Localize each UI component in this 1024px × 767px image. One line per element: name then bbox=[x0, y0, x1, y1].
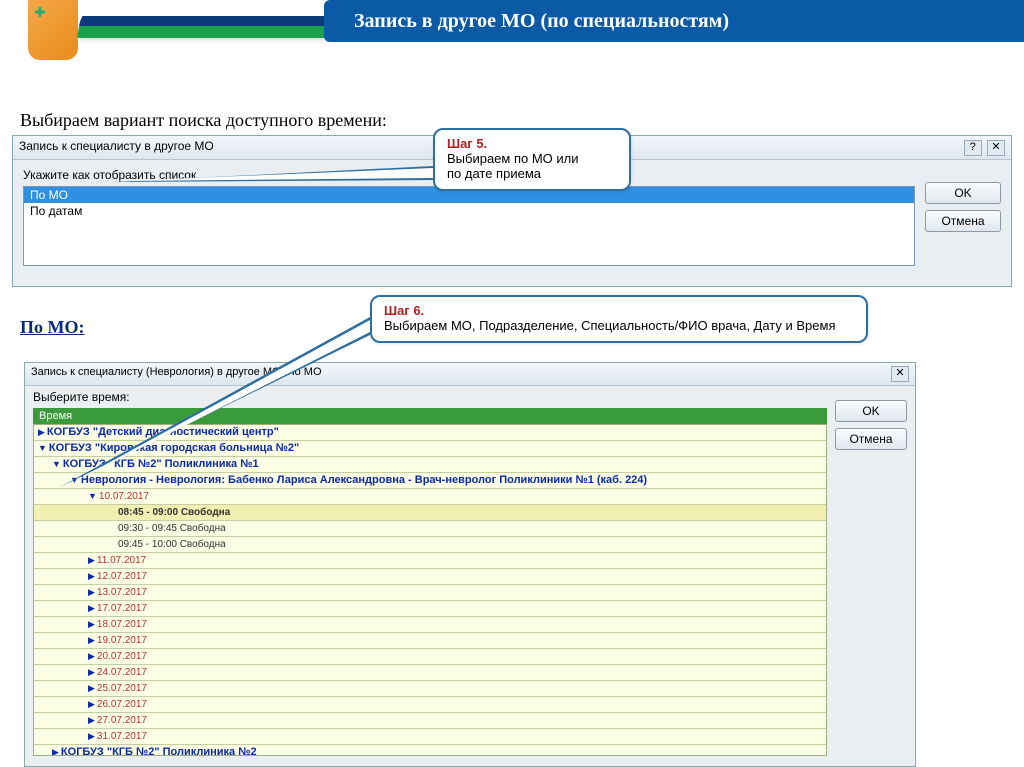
step5-badge: Шаг 5. bbox=[447, 136, 487, 151]
step6-badge: Шаг 6. bbox=[384, 303, 424, 318]
tree-mo-node[interactable]: ▼КОГБУЗ "Кировская городская больница №2… bbox=[34, 441, 826, 457]
tree-dept-node[interactable]: ▶КОГБУЗ "КГБ №2" Поликлиника №2 bbox=[34, 745, 826, 756]
tree-date-node[interactable]: ▶26.07.2017 bbox=[34, 697, 826, 713]
region-crest bbox=[28, 0, 78, 60]
tree-dept-node[interactable]: ▼КОГБУЗ "КГБ №2" Поликлиника №1 bbox=[34, 457, 826, 473]
tree-date-node[interactable]: ▶12.07.2017 bbox=[34, 569, 826, 585]
tree-date-node[interactable]: ▶11.07.2017 bbox=[34, 553, 826, 569]
window1-title: Запись к специалисту в другое МО bbox=[19, 139, 214, 156]
window2-title: Запись к специалисту (Неврология) в друг… bbox=[31, 366, 322, 382]
page-title: Запись в другое МО (по специальностям) bbox=[324, 0, 1024, 42]
tree-date-node[interactable]: ▶19.07.2017 bbox=[34, 633, 826, 649]
help-button[interactable]: ? bbox=[964, 140, 982, 156]
tree-date-node[interactable]: ▶17.07.2017 bbox=[34, 601, 826, 617]
time-slot[interactable]: 09:30 - 09:45 Свободна bbox=[34, 521, 826, 537]
time-slot[interactable]: 08:45 - 09:00 Свободна bbox=[34, 505, 826, 521]
cancel-button[interactable]: Отмена bbox=[835, 428, 907, 450]
page-header: Запись в другое МО (по специальностям) bbox=[0, 0, 1024, 60]
ok-button[interactable]: OK bbox=[835, 400, 907, 422]
time-slot[interactable]: 09:45 - 10:00 Свободна bbox=[34, 537, 826, 553]
tree-header: Время bbox=[33, 408, 827, 424]
tree-date-node[interactable]: ▶27.07.2017 bbox=[34, 713, 826, 729]
tree-date-node[interactable]: ▶31.07.2017 bbox=[34, 729, 826, 745]
close-button[interactable]: ✕ bbox=[891, 366, 909, 382]
callout-step6: Шаг 6. Выбираем МО, Подразделение, Специ… bbox=[370, 295, 868, 343]
step5-line1: Выбираем по МО или bbox=[447, 151, 579, 166]
step6-text: Выбираем МО, Подразделение, Специальност… bbox=[384, 318, 835, 333]
close-button[interactable]: ✕ bbox=[987, 140, 1005, 156]
tree-date-node[interactable]: ▶24.07.2017 bbox=[34, 665, 826, 681]
tree-mo-node[interactable]: ▶КОГБУЗ "Детский диагностический центр" bbox=[34, 425, 826, 441]
appointment-tree[interactable]: ▶КОГБУЗ "Детский диагностический центр" … bbox=[33, 424, 827, 756]
window-select-list-mode: Запись к специалисту в другое МО ? ✕ Ука… bbox=[12, 135, 1012, 287]
tree-doctor-node[interactable]: ▼Неврология - Неврология: Бабенко Лариса… bbox=[34, 473, 826, 489]
select-time-label: Выберите время: bbox=[33, 390, 827, 404]
callout-step5: Шаг 5. Выбираем по МО или по дате приема bbox=[433, 128, 631, 191]
option-by-dates[interactable]: По датам bbox=[24, 203, 914, 219]
tree-date-node[interactable]: ▶13.07.2017 bbox=[34, 585, 826, 601]
list-mode-options[interactable]: По МО По датам bbox=[23, 186, 915, 266]
flag-ribbon bbox=[77, 4, 363, 38]
tree-date-node[interactable]: ▶20.07.2017 bbox=[34, 649, 826, 665]
window-select-time: Запись к специалисту (Неврология) в друг… bbox=[24, 362, 916, 767]
tree-date-node[interactable]: ▶25.07.2017 bbox=[34, 681, 826, 697]
step5-line2: по дате приема bbox=[447, 166, 541, 181]
tree-date-open[interactable]: ▼10.07.2017 bbox=[34, 489, 826, 505]
ok-button[interactable]: OK bbox=[925, 182, 1001, 204]
tree-date-node[interactable]: ▶18.07.2017 bbox=[34, 617, 826, 633]
cancel-button[interactable]: Отмена bbox=[925, 210, 1001, 232]
